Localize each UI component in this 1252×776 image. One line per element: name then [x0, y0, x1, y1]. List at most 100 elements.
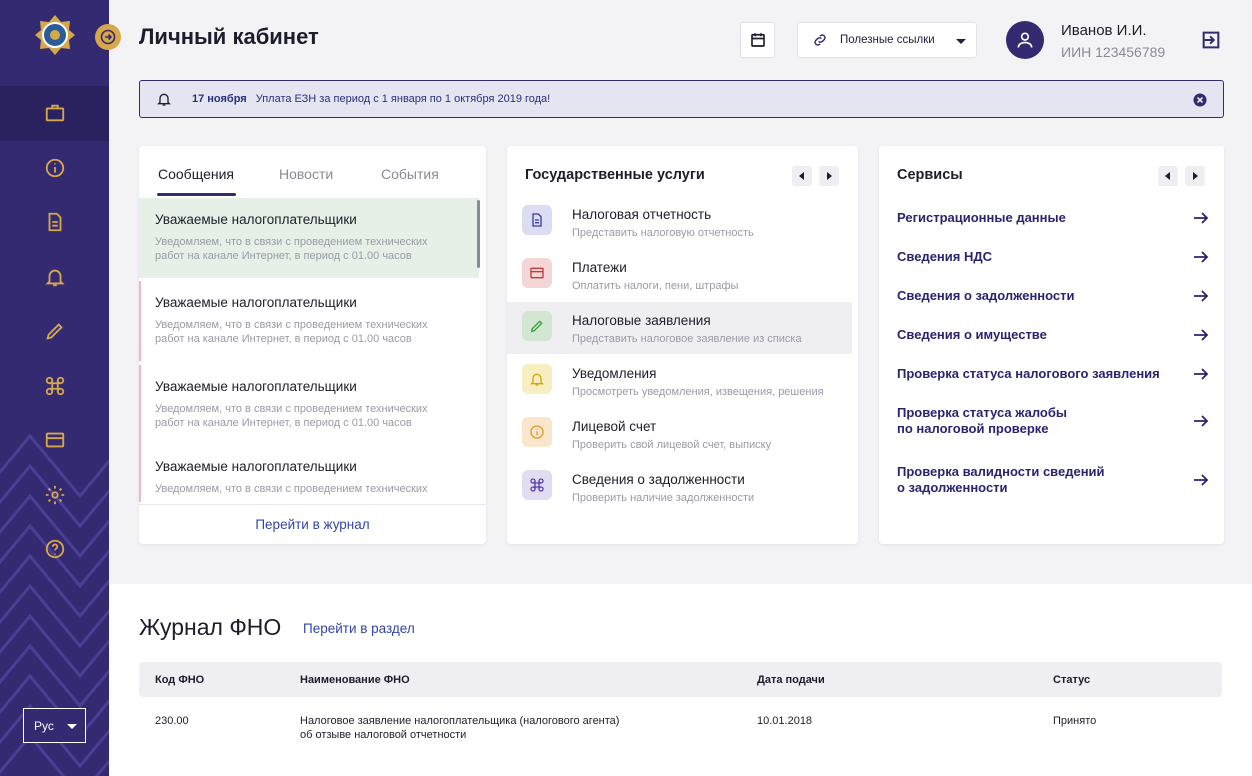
info-icon — [45, 158, 64, 177]
column-header[interactable]: Статус — [1053, 674, 1090, 686]
next-button[interactable] — [819, 166, 839, 186]
pencil-icon — [45, 323, 63, 340]
service-link-text: по налоговой проверке — [897, 421, 1049, 436]
calendar-icon — [750, 33, 765, 47]
table-row[interactable]: 230.00 Налоговое заявление налогоплатель… — [139, 712, 1222, 752]
card-icon — [45, 432, 64, 448]
useful-links-dropdown[interactable]: Полезные ссылки — [797, 22, 977, 58]
notice-date: 17 ноября — [192, 93, 247, 105]
logout-icon[interactable] — [1200, 29, 1222, 51]
user-name: Иванов И.И. — [1061, 22, 1147, 39]
active-tab-indicator — [157, 193, 236, 196]
service-link-text: о задолженности — [897, 480, 1008, 495]
document-icon — [48, 213, 61, 232]
sidebar: Рус — [0, 0, 109, 776]
caret-left-icon — [1165, 172, 1170, 180]
gov-services-pager — [792, 166, 839, 186]
scrollbar-thumb[interactable] — [477, 200, 480, 268]
language-select[interactable]: Рус — [23, 708, 86, 743]
arrow-right-icon — [1194, 329, 1209, 341]
message-text: Уведомляем, что в связи с проведением те… — [155, 403, 428, 415]
calendar-button[interactable] — [740, 22, 775, 58]
service-link-property[interactable]: Сведения о имуществе — [897, 327, 1209, 343]
help-icon — [45, 540, 64, 559]
service-link-complaint-status[interactable]: Проверка статуса жалобы по налоговой про… — [897, 405, 1209, 437]
journal-section: Журнал ФНО Перейти в раздел Код ФНО Наим… — [109, 584, 1252, 776]
arrow-right-icon — [1194, 251, 1209, 263]
list-item[interactable]: Уважаемые налогоплательщики Уведомляем, … — [139, 445, 479, 502]
user-icon — [1017, 32, 1033, 48]
tab-news[interactable]: Новости — [279, 166, 333, 182]
sidebar-item-documents[interactable] — [0, 195, 109, 250]
column-header[interactable]: Код ФНО — [155, 674, 204, 686]
service-name: Уведомления — [572, 366, 657, 381]
services-pager — [1158, 166, 1205, 186]
services-title: Сервисы — [897, 167, 963, 183]
tab-events[interactable]: События — [381, 166, 439, 182]
service-item-payments[interactable]: Платежи Оплатить налоги, пени, штрафы — [507, 249, 852, 301]
message-title: Уважаемые налогоплательщики — [155, 459, 357, 474]
service-desc: Проверить свой лицевой счет, выписку — [572, 439, 772, 451]
arrow-right-circle-icon — [100, 29, 116, 45]
service-link-text: Проверка статуса жалобы — [897, 405, 1067, 420]
sidebar-item-settings[interactable] — [0, 468, 109, 523]
service-link-text: Проверка статуса налогового заявления — [897, 366, 1160, 381]
list-item[interactable]: Уважаемые налогоплательщики Уведомляем, … — [139, 281, 479, 361]
service-item-tax-reporting[interactable]: Налоговая отчетность Представить налогов… — [507, 196, 852, 248]
prev-button[interactable] — [792, 166, 812, 186]
tab-messages[interactable]: Сообщения — [158, 166, 234, 182]
arrow-right-icon — [1194, 368, 1209, 380]
go-to-section-link[interactable]: Перейти в раздел — [303, 621, 415, 636]
column-header[interactable]: Дата подачи — [757, 674, 825, 686]
arrow-right-icon — [1194, 474, 1209, 486]
sidebar-item-edit[interactable] — [0, 304, 109, 359]
sidebar-item-services[interactable] — [0, 359, 109, 414]
service-desc: Представить налоговую отчетность — [572, 227, 754, 239]
sidebar-toggle-button[interactable] — [95, 24, 121, 50]
bell-icon — [522, 364, 552, 394]
service-link-debt[interactable]: Сведения о задолженности — [897, 288, 1209, 304]
go-to-journal-link[interactable]: Перейти в журнал — [139, 504, 486, 544]
avatar[interactable] — [1006, 21, 1044, 59]
service-name: Налоговая отчетность — [572, 207, 712, 222]
sidebar-item-info[interactable] — [0, 141, 109, 196]
list-item[interactable]: Уважаемые налогоплательщики Уведомляем, … — [139, 198, 479, 278]
close-icon[interactable] — [1193, 93, 1207, 107]
list-item[interactable]: Уважаемые налогоплательщики Уведомляем, … — [139, 365, 479, 445]
message-text: работ на канале Интернет, в период с 01.… — [155, 333, 412, 345]
service-name: Сведения о задолженности — [572, 472, 745, 487]
sidebar-item-cabinet[interactable] — [0, 86, 109, 141]
sidebar-item-payments[interactable] — [0, 413, 109, 468]
sidebar-item-notifications[interactable] — [0, 250, 109, 305]
link-icon — [814, 34, 826, 46]
service-item-tax-applications[interactable]: Налоговые заявления Представить налогово… — [507, 302, 852, 354]
prev-button[interactable] — [1158, 166, 1178, 186]
service-desc: Оплатить налоги, пени, штрафы — [572, 280, 739, 292]
service-item-personal-account[interactable]: Лицевой счет Проверить свой лицевой счет… — [507, 408, 852, 460]
user-iin: ИИН 123456789 — [1061, 44, 1166, 60]
journal-table-header: Код ФНО Наименование ФНО Дата подачи Ста… — [139, 662, 1222, 697]
logo-emblem-icon[interactable] — [34, 14, 76, 56]
info-icon — [522, 417, 552, 447]
caret-left-icon — [799, 172, 804, 180]
message-text: Уведомляем, что в связи с проведением те… — [155, 319, 428, 331]
service-link-text: Проверка валидности сведений — [897, 464, 1105, 479]
service-link-debt-validity[interactable]: Проверка валидности сведений о задолженн… — [897, 464, 1209, 496]
arrow-right-icon — [1194, 290, 1209, 302]
card-icon — [522, 258, 552, 288]
service-name: Лицевой счет — [572, 419, 657, 434]
gov-services-card: Государственные услуги Налоговая отчетно… — [507, 146, 858, 544]
service-link-vat[interactable]: Сведения НДС — [897, 249, 1209, 265]
message-title: Уважаемые налогоплательщики — [155, 379, 357, 394]
next-button[interactable] — [1185, 166, 1205, 186]
service-link-registration[interactable]: Регистрационные данные — [897, 210, 1209, 226]
briefcase-icon — [45, 105, 64, 122]
message-text: работ на канале Интернет, в период с 01.… — [155, 417, 412, 429]
service-link-application-status[interactable]: Проверка статуса налогового заявления — [897, 366, 1209, 382]
sidebar-item-help[interactable] — [0, 522, 109, 577]
column-header[interactable]: Наименование ФНО — [300, 674, 410, 686]
service-item-debt-info[interactable]: Сведения о задолженности Проверить налич… — [507, 461, 852, 513]
service-item-notifications[interactable]: Уведомления Просмотреть уведомления, изв… — [507, 355, 852, 407]
journal-title: Журнал ФНО — [139, 614, 282, 640]
arrow-right-icon — [1194, 212, 1209, 224]
